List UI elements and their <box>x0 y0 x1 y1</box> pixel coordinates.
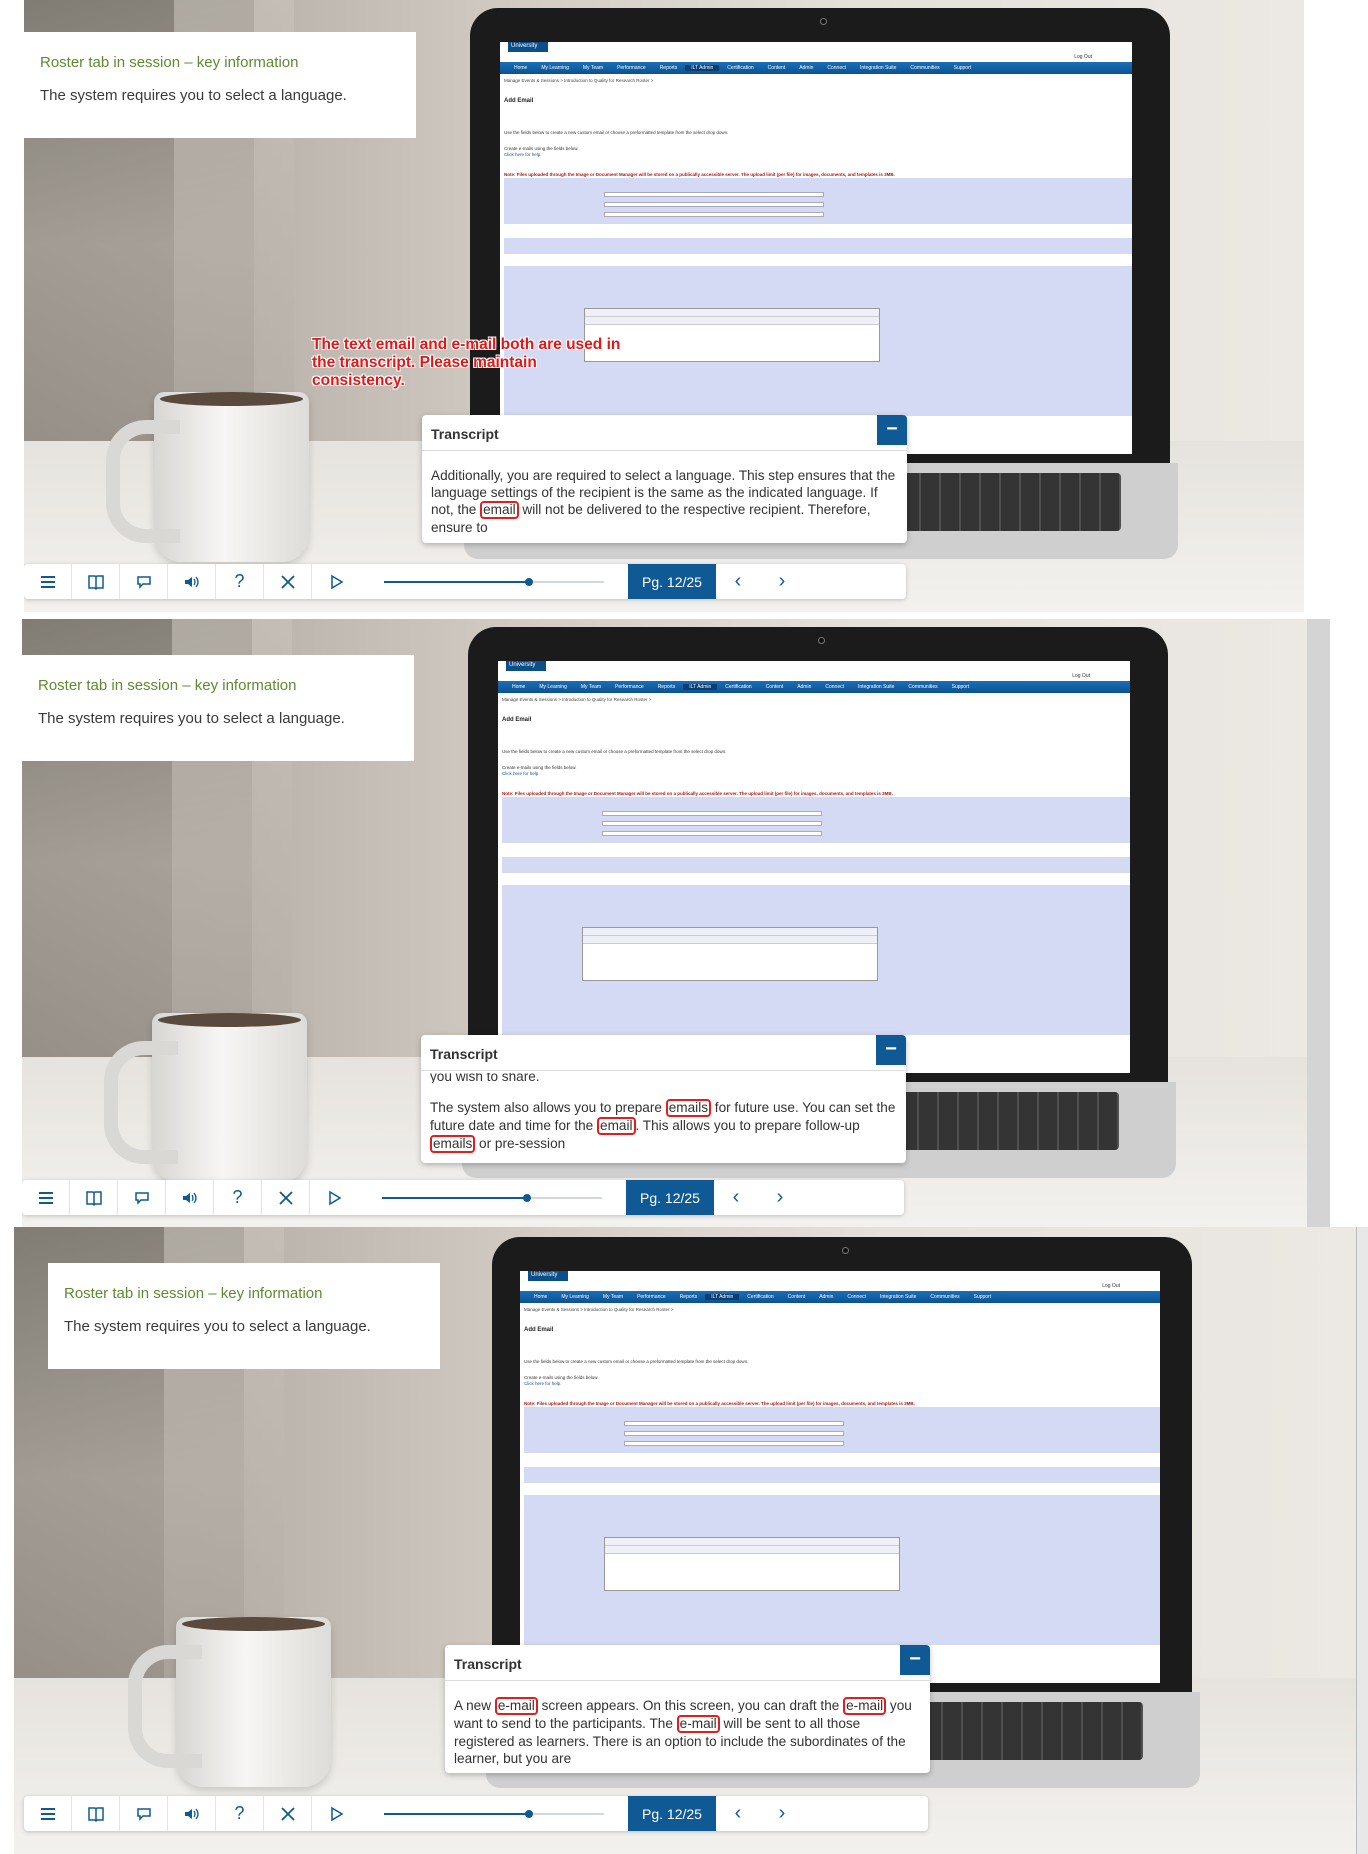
transcript-text: Additionally, you are required to select… <box>431 468 896 535</box>
slide-info-box: Roster tab in session – key information … <box>22 655 414 761</box>
transcript-panel: Transcript − A new e-mail screen appears.… <box>445 1645 930 1773</box>
slide-title: Roster tab in session – key information <box>38 677 297 694</box>
transcript-title: Transcript <box>454 1656 522 1672</box>
lms-add-email-screen: University Log Out Home My Learning My Tea… <box>520 1271 1160 1683</box>
transcript-text: A new e-mail screen appears. On this scr… <box>454 1697 912 1766</box>
coffee-mug-image <box>106 392 309 562</box>
slide-title: Roster tab in session – key information <box>64 1285 323 1302</box>
help-icon[interactable]: ? <box>216 1796 264 1831</box>
play-icon[interactable] <box>312 1796 360 1831</box>
chevron-right-icon[interactable]: › <box>760 564 804 599</box>
coffee-mug-image <box>128 1617 331 1787</box>
transcript-panel: Transcript − you wish to share. The syste… <box>421 1035 906 1163</box>
volume-icon[interactable] <box>166 1180 214 1215</box>
slide-info-box: Roster tab in session – key information … <box>24 32 416 138</box>
highlight-emails: emails <box>665 1099 712 1117</box>
chevron-left-icon[interactable]: ‹ <box>716 564 760 599</box>
close-icon[interactable] <box>264 1796 312 1831</box>
help-icon[interactable]: ? <box>214 1180 262 1215</box>
minus-icon[interactable]: − <box>876 1035 906 1065</box>
volume-icon[interactable] <box>168 1796 216 1831</box>
speech-bubble-icon[interactable] <box>118 1180 166 1215</box>
transcript-panel: Transcript − Additionally, you are requir… <box>422 415 907 543</box>
lms-add-email-screen: University Log Out Home My Learning My Tea… <box>498 661 1130 1073</box>
chevron-right-icon[interactable]: › <box>760 1796 804 1831</box>
highlight-emails: emails <box>430 1135 476 1153</box>
slide-text: The system requires you to select a lang… <box>38 710 345 727</box>
slide-panel-2: University Log Out Home My Learning My Tea… <box>22 619 1330 1227</box>
slide-panel-1: University Log Out Home My Learning My Tea… <box>24 0 1304 612</box>
minus-icon[interactable]: − <box>900 1645 930 1675</box>
transcript-title: Transcript <box>431 426 499 442</box>
speech-bubble-icon[interactable] <box>120 1796 168 1831</box>
menu-icon[interactable] <box>24 564 72 599</box>
highlight-e-mail: e-mail <box>494 1697 538 1715</box>
page-indicator: Pg. 12/25 <box>626 1180 714 1215</box>
progress-slider[interactable] <box>382 1193 602 1202</box>
slide-panel-3: University Log Out Home My Learning My Tea… <box>4 1227 1368 1854</box>
slide-text: The system requires you to select a lang… <box>40 87 347 104</box>
highlight-e-mail: e-mail <box>843 1697 887 1715</box>
play-icon[interactable] <box>310 1180 358 1215</box>
slide-title: Roster tab in session – key information <box>40 54 299 71</box>
menu-icon[interactable] <box>24 1796 72 1831</box>
screenshot-collage: University Log Out Home My Learning My Tea… <box>0 0 1368 1854</box>
highlight-email: email <box>480 501 519 519</box>
page-indicator: Pg. 12/25 <box>628 564 716 599</box>
highlight-e-mail: e-mail <box>676 1715 720 1733</box>
player-control-bar: ? Pg. 12/25 ‹ › <box>24 564 906 599</box>
minus-icon[interactable]: − <box>877 415 907 445</box>
book-icon[interactable] <box>72 564 120 599</box>
chevron-left-icon[interactable]: ‹ <box>714 1180 758 1215</box>
review-annotation: The text email and e-mail both are used … <box>312 336 621 389</box>
progress-slider[interactable] <box>384 577 604 586</box>
transcript-text: you wish to share. The system also allow… <box>430 1073 896 1153</box>
slide-info-box: Roster tab in session – key information … <box>48 1263 440 1369</box>
player-control-bar: ? Pg. 12/25 ‹ › <box>22 1180 904 1215</box>
speech-bubble-icon[interactable] <box>120 564 168 599</box>
play-icon[interactable] <box>312 564 360 599</box>
progress-slider[interactable] <box>384 1809 604 1818</box>
close-icon[interactable] <box>262 1180 310 1215</box>
highlight-email: email <box>597 1117 636 1135</box>
menu-icon[interactable] <box>22 1180 70 1215</box>
book-icon[interactable] <box>70 1180 118 1215</box>
player-control-bar: ? Pg. 12/25 ‹ › <box>24 1796 928 1831</box>
lms-add-email-screen: University Log Out Home My Learning My Tea… <box>500 42 1132 454</box>
chevron-right-icon[interactable]: › <box>758 1180 802 1215</box>
coffee-mug-image <box>104 1013 307 1183</box>
page-indicator: Pg. 12/25 <box>628 1796 716 1831</box>
book-icon[interactable] <box>72 1796 120 1831</box>
volume-icon[interactable] <box>168 564 216 599</box>
slide-text: The system requires you to select a lang… <box>64 1318 371 1335</box>
transcript-title: Transcript <box>430 1046 498 1062</box>
help-icon[interactable]: ? <box>216 564 264 599</box>
chevron-left-icon[interactable]: ‹ <box>716 1796 760 1831</box>
close-icon[interactable] <box>264 564 312 599</box>
